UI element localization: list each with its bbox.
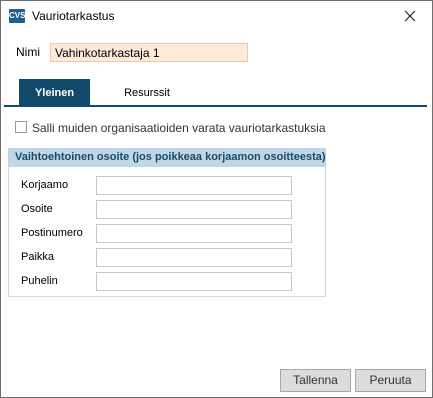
tab-yleinen[interactable]: Yleinen: [19, 79, 90, 107]
name-label: Nimi: [16, 45, 40, 59]
field-label-osoite: Osoite: [21, 203, 53, 215]
dialog-window: CVS Vauriotarkastus Nimi Yleinen Resurss…: [0, 0, 433, 398]
puhelin-input[interactable]: [96, 272, 292, 291]
tab-bar: Yleinen Resurssit: [16, 79, 427, 107]
postinumero-input[interactable]: [96, 224, 292, 243]
name-input[interactable]: [50, 43, 248, 62]
field-label-korjaamo: Korjaamo: [21, 179, 69, 191]
field-label-puhelin: Puhelin: [21, 275, 58, 287]
close-button[interactable]: [388, 1, 432, 31]
alt-address-header: Vaihtoehtoinen osoite (jos poikkeaa korj…: [8, 148, 326, 167]
field-label-paikka: Paikka: [21, 251, 55, 263]
field-label-postinumero: Postinumero: [21, 227, 83, 239]
allow-other-orgs-checkbox[interactable]: [15, 121, 27, 133]
close-icon: [404, 10, 416, 22]
cancel-button[interactable]: Peruuta: [355, 369, 426, 392]
app-icon: CVS: [9, 9, 25, 23]
title-bar: CVS Vauriotarkastus: [1, 1, 432, 31]
korjaamo-input[interactable]: [96, 176, 292, 195]
allow-other-orgs-label: Salli muiden organisaatioiden varata vau…: [32, 121, 326, 135]
paikka-input[interactable]: [96, 248, 292, 267]
save-button[interactable]: Tallenna: [280, 369, 351, 392]
tab-underline: [4, 105, 427, 107]
tab-resurssit[interactable]: Resurssit: [117, 79, 177, 107]
window-title: Vauriotarkastus: [32, 9, 115, 23]
osoite-input[interactable]: [96, 200, 292, 219]
